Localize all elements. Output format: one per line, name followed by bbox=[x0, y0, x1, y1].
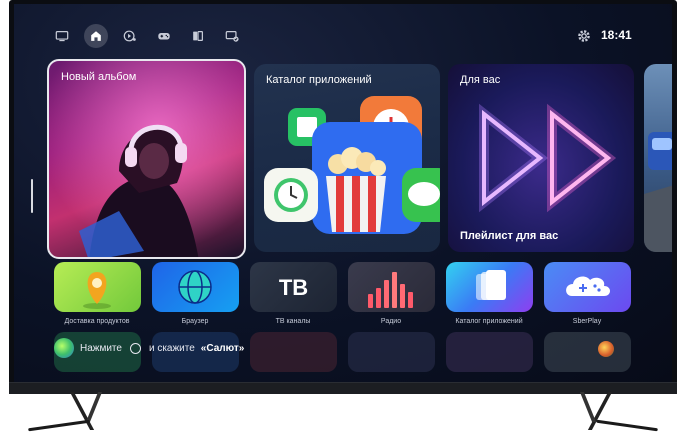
nav-library[interactable] bbox=[186, 24, 210, 48]
settings-gear-icon[interactable] bbox=[576, 28, 592, 44]
card-new-album[interactable]: Новый альбом bbox=[47, 59, 246, 259]
app-catalog-artwork bbox=[264, 96, 440, 234]
tile-label: SberPlay bbox=[572, 318, 602, 325]
globe-icon bbox=[178, 270, 212, 304]
nav-home[interactable] bbox=[84, 24, 108, 48]
stacked-cards-icon bbox=[476, 270, 506, 300]
tv-logo-text: ТВ bbox=[278, 275, 309, 300]
car-artwork-image bbox=[644, 132, 672, 252]
tile-row2-6[interactable] bbox=[544, 332, 631, 372]
scroll-indicator bbox=[31, 179, 33, 213]
card-for-you[interactable]: Для вас Плейлист для вас bbox=[448, 64, 634, 252]
media-icon bbox=[123, 30, 136, 42]
map-pin-icon bbox=[83, 272, 111, 309]
clock: 18:41 bbox=[601, 28, 632, 42]
card-partial-racing[interactable] bbox=[644, 64, 672, 252]
tile-row2-5[interactable] bbox=[446, 332, 533, 372]
tile-radio[interactable] bbox=[348, 262, 435, 312]
tile-label: Каталог приложений bbox=[455, 318, 523, 325]
tile-grocery-delivery[interactable] bbox=[54, 262, 141, 312]
nav-games[interactable] bbox=[152, 24, 176, 48]
card-title: Новый альбом bbox=[61, 71, 137, 83]
tv-bottom-bar bbox=[9, 382, 677, 394]
screen-share-icon bbox=[225, 31, 239, 42]
tile-label: Браузер bbox=[181, 318, 209, 325]
stand-leg-left-inner bbox=[85, 392, 103, 422]
voice-hint-command: «Салют» bbox=[200, 342, 245, 354]
assistant-orb-icon[interactable] bbox=[54, 338, 74, 358]
library-icon bbox=[193, 31, 203, 41]
nav-media[interactable] bbox=[118, 24, 142, 48]
tile-label: Радио bbox=[380, 318, 402, 325]
tile-row2-3[interactable] bbox=[250, 332, 337, 372]
stand-foot-right bbox=[596, 419, 658, 432]
tile-label: ТВ каналы bbox=[275, 318, 311, 325]
album-artwork-image bbox=[49, 61, 244, 257]
card-subtitle: Плейлист для вас bbox=[460, 230, 559, 242]
tile-label: Доставка продуктов bbox=[64, 318, 130, 325]
tv-screen: 18:41 Новый альбом Каталог приложений Дл… bbox=[14, 4, 672, 382]
cloud-gamepad-icon bbox=[566, 276, 610, 296]
voice-hint-prefix: Нажмите bbox=[80, 342, 122, 354]
tile-browser[interactable] bbox=[152, 262, 239, 312]
tile-sberplay[interactable] bbox=[544, 262, 631, 312]
card-app-catalog[interactable]: Каталог приложений bbox=[254, 64, 440, 252]
tile-tv-channels[interactable]: ТВ bbox=[250, 262, 337, 312]
assistant-button-icon bbox=[129, 342, 141, 354]
stand-leg-right-inner bbox=[579, 392, 597, 422]
home-icon bbox=[91, 31, 101, 41]
voice-hint-middle: и скажите bbox=[148, 342, 195, 354]
tv-icon bbox=[55, 31, 69, 42]
gamepad-icon bbox=[158, 32, 170, 40]
map-pin-small-icon bbox=[598, 341, 614, 357]
top-nav bbox=[50, 24, 244, 48]
tile-row2-4[interactable] bbox=[348, 332, 435, 372]
voice-hint: Нажмите и скажите «Салют» bbox=[54, 338, 244, 358]
tile-app-catalog[interactable] bbox=[446, 262, 533, 312]
equalizer-icon bbox=[368, 272, 413, 308]
tv-scene: 18:41 Новый альбом Каталог приложений Дл… bbox=[0, 0, 686, 435]
neon-fast-forward-icon bbox=[479, 103, 617, 213]
nav-screen-share[interactable] bbox=[220, 24, 244, 48]
nav-tv[interactable] bbox=[50, 24, 74, 48]
stand-foot-left bbox=[28, 419, 90, 432]
